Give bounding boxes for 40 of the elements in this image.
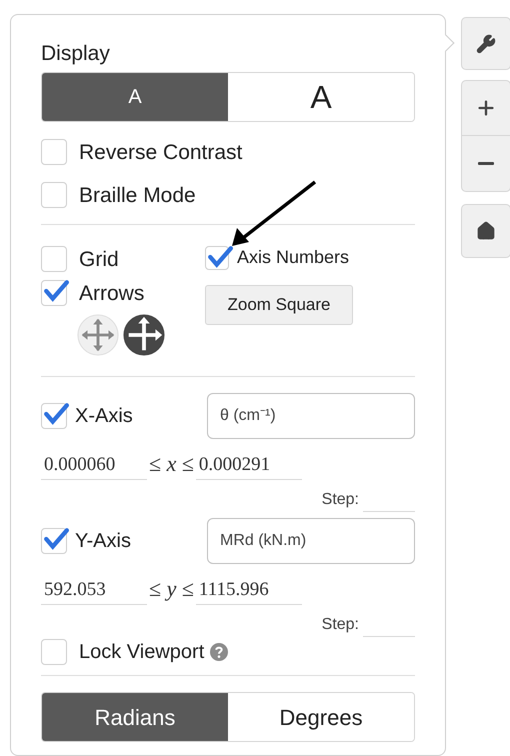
text-size-tab[interactable]: A — [42, 73, 228, 121]
checkbox-label: Arrows — [79, 282, 144, 304]
checkbox-label: Braille Mode — [79, 184, 196, 206]
zoom-square-button[interactable]: Zoom Square — [205, 285, 353, 325]
check-icon — [43, 526, 69, 552]
checkbox[interactable] — [41, 246, 67, 272]
max-field[interactable]: 1115.996 — [196, 576, 302, 605]
checkbox[interactable] — [41, 639, 67, 665]
axis-label: X-Axis — [75, 404, 133, 429]
angle-unit-tab[interactable]: Radians — [42, 693, 228, 741]
checkbox-label: Axis Numbers — [237, 246, 350, 269]
checkbox-label: Grid — [79, 248, 119, 270]
step-label: Step: — [322, 615, 359, 635]
min-field[interactable]: 0.000060 — [41, 450, 147, 480]
axis-label: Y-Axis — [75, 529, 131, 554]
check-icon — [207, 244, 233, 270]
section-title: Display — [41, 43, 111, 64]
checkbox[interactable] — [41, 182, 67, 208]
checkbox[interactable] — [41, 528, 67, 554]
range-inequality: ≤ x ≤ — [148, 450, 195, 478]
check-icon — [43, 401, 69, 427]
axis-label-field[interactable]: θ (cm⁻¹) — [207, 393, 415, 439]
axis-label-field[interactable]: MRd (kN.m) — [207, 518, 415, 564]
range-inequality: ≤ y ≤ — [148, 575, 195, 603]
arrows-style-icon[interactable] — [123, 314, 165, 356]
settings-button[interactable] — [461, 17, 510, 70]
checkbox[interactable] — [41, 280, 67, 306]
minus-icon — [478, 162, 494, 165]
max-field[interactable]: 0.000291 — [196, 450, 302, 480]
checkbox[interactable] — [41, 403, 67, 429]
checkbox-label: Lock Viewport — [79, 642, 204, 662]
home-button[interactable] — [461, 204, 510, 258]
home-icon — [476, 221, 496, 241]
check-icon — [43, 278, 69, 304]
checkbox[interactable] — [41, 139, 67, 165]
checkbox-label: Reverse Contrast — [79, 142, 242, 162]
step-label: Step: — [322, 490, 359, 510]
help-icon[interactable] — [210, 643, 228, 661]
min-field[interactable]: 592.053 — [41, 576, 147, 605]
wrench-icon — [476, 34, 496, 54]
